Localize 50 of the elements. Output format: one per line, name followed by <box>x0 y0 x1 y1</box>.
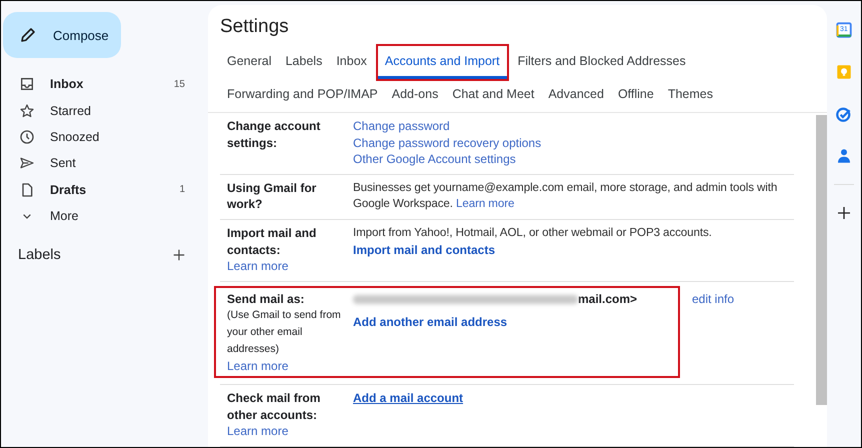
learn-more-link[interactable]: Learn more <box>227 359 288 374</box>
section-note: (Use Gmail to send from your other email addresses) <box>227 308 342 358</box>
plus-icon <box>836 205 852 221</box>
learn-more-link[interactable]: Learn more <box>227 424 288 438</box>
settings-tab[interactable]: Accounts and Import <box>378 46 507 79</box>
section-label: Check mail from other accounts: <box>227 390 322 424</box>
compose-button[interactable]: Compose <box>3 12 121 58</box>
description-text: Businesses get yourname@example.com email, more storage, and admin tools with Google Workspace. Learn more <box>353 180 778 212</box>
settings-link[interactable]: Change password recovery options <box>353 134 542 152</box>
email-address: mail.com> <box>578 290 638 308</box>
settings-tab[interactable]: General <box>220 46 278 79</box>
settings-link[interactable]: Change password <box>353 118 450 135</box>
check-circle-icon[interactable] <box>835 105 853 123</box>
settings-tab[interactable]: Labels <box>278 46 330 79</box>
scrollbar[interactable] <box>816 115 827 405</box>
settings-tab[interactable]: Inbox <box>329 46 374 79</box>
action-link[interactable]: Add another email address <box>353 314 508 331</box>
clock-icon <box>19 128 35 145</box>
action-link[interactable]: Add a mail account <box>353 390 464 407</box>
inbox-icon <box>19 76 35 92</box>
sidebar-item[interactable]: Sent <box>1 150 208 177</box>
plus-icon <box>172 248 186 262</box>
section-label: Send mail as: <box>227 290 306 308</box>
sidebar-item[interactable]: Starred <box>1 97 208 124</box>
section-label: Change account settings: <box>227 118 322 152</box>
settings-tab[interactable]: Filters and Blocked Addresses <box>510 46 693 79</box>
action-link[interactable]: Import mail and contacts <box>353 242 496 258</box>
settings-tab[interactable]: Themes <box>660 79 720 112</box>
learn-more-link[interactable]: Learn more <box>227 259 288 274</box>
sidebar-item[interactable]: Inbox 15 <box>1 71 208 98</box>
page-title: Settings <box>219 15 290 39</box>
settings-link[interactable]: Other Google Account settings <box>353 151 516 168</box>
person-icon[interactable] <box>835 147 853 165</box>
star-icon <box>19 102 35 119</box>
labels-heading: Labels <box>18 247 61 264</box>
sidebar-item[interactable]: More <box>1 202 208 230</box>
description-text: Import from Yahoo!, Hotmail, AOL, or other webmail or POP3 accounts. <box>353 224 712 241</box>
pencil-icon <box>19 26 37 44</box>
sidebar-item[interactable]: Snoozed <box>1 124 208 150</box>
settings-tab[interactable]: Add-ons <box>384 79 446 112</box>
learn-more-link[interactable]: Learn more <box>456 197 514 210</box>
settings-tab[interactable]: Offline <box>610 79 661 112</box>
settings-tab[interactable]: Chat and Meet <box>445 79 542 112</box>
section-label: Import mail and contacts: <box>227 224 318 258</box>
settings-tab[interactable]: Forwarding and POP/IMAP <box>220 79 385 112</box>
settings-tab[interactable]: Advanced <box>541 79 611 112</box>
section-label: Using Gmail for work? <box>227 180 318 213</box>
calendar-icon[interactable] <box>835 21 853 39</box>
edit-info-link[interactable]: edit info <box>692 292 734 306</box>
sidebar-item[interactable]: Drafts 1 <box>1 176 208 203</box>
